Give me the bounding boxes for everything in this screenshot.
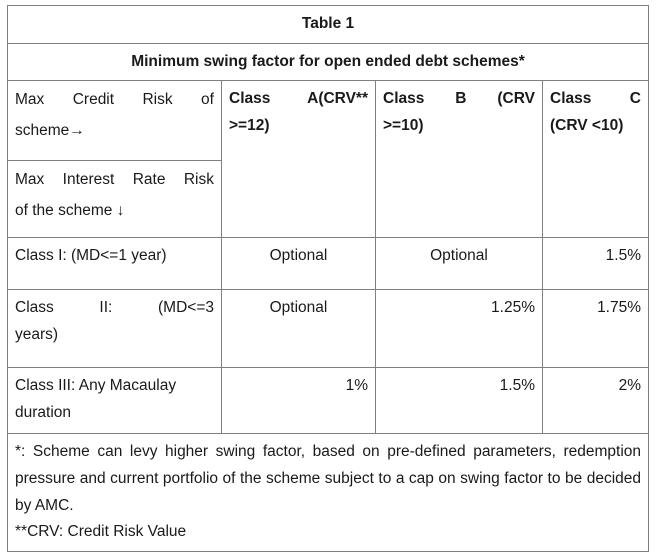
footnote-swing-factor: *: Scheme can levy higher swing factor, … xyxy=(15,443,642,514)
column-header-class-c: Class C (CRV <10) xyxy=(541,80,650,239)
row-label-class-ii: Class II: (MD<=3 years) xyxy=(7,289,222,369)
column-header-class-a: Class A(CRV** >=12) xyxy=(221,80,376,239)
column-header-class-c-line1: Class C xyxy=(550,90,642,108)
column-header-class-c-line2: (CRV <10) xyxy=(550,116,624,134)
column-header-class-b-line2: >=10) xyxy=(383,116,424,134)
column-header-class-a-line1: Class A(CRV** xyxy=(229,90,368,108)
swing-factor-table: Table 1 Minimum swing factor for open en… xyxy=(6,5,650,552)
corner-interest-risk-line2: of the scheme ↓ xyxy=(15,201,125,219)
cell-class-iii-class-c: 2% xyxy=(541,367,650,435)
corner-credit-risk-line1: Max Credit Risk of xyxy=(15,91,214,109)
row-label-class-ii-line1: Class II: (MD<=3 xyxy=(15,299,214,317)
cell-class-ii-class-a: Optional xyxy=(221,289,376,369)
table-row: Class II: (MD<=3 years) Optional 1.25% 1… xyxy=(7,289,650,369)
cell-class-iii-class-b: 1.5% xyxy=(375,367,543,435)
cell-class-iii-class-a: 1% xyxy=(221,367,376,435)
cell-class-ii-class-b: 1.25% xyxy=(375,289,543,369)
row-label-class-iii-line2: duration xyxy=(15,403,72,421)
corner-interest-risk-line1: Max Interest Rate Risk xyxy=(15,171,214,189)
footnotes: *: Scheme can levy higher swing factor, … xyxy=(6,433,650,552)
document-page: Table 1 Minimum swing factor for open en… xyxy=(0,0,658,552)
corner-interest-risk-label: Max Interest Rate Risk of the scheme ↓ xyxy=(8,161,221,237)
column-header-class-b-line1: Class B (CRV xyxy=(383,90,535,108)
table-row: Class III: Any Macaulay duration 1% 1.5%… xyxy=(7,367,650,435)
table-subtitle: Minimum swing factor for open ended debt… xyxy=(6,42,650,82)
table-title: Table 1 xyxy=(6,5,650,44)
row-label-class-iii: Class III: Any Macaulay duration xyxy=(7,367,222,435)
row-label-class-ii-line2: years) xyxy=(15,325,59,343)
cell-class-ii-class-c: 1.75% xyxy=(541,289,650,369)
row-label-class-i-text: Class I: (MD<=1 year) xyxy=(15,247,167,265)
column-header-class-a-line2: >=12) xyxy=(229,116,270,134)
table-header-row: Max Credit Risk of scheme→ Max Interest … xyxy=(7,80,650,239)
row-label-class-iii-line1: Class III: Any Macaulay xyxy=(15,377,177,395)
cell-class-i-class-b: Optional xyxy=(375,237,543,291)
corner-credit-risk-line2: scheme→ xyxy=(15,121,85,139)
corner-credit-risk-label: Max Credit Risk of scheme→ xyxy=(8,81,221,162)
corner-header-cell: Max Credit Risk of scheme→ Max Interest … xyxy=(7,80,222,239)
cell-class-i-class-a: Optional xyxy=(221,237,376,291)
table-footnote-row: *: Scheme can levy higher swing factor, … xyxy=(6,433,650,552)
cell-class-i-class-c: 1.5% xyxy=(541,237,650,291)
table-title-row: Table 1 xyxy=(6,5,650,44)
column-header-class-b: Class B (CRV >=10) xyxy=(375,80,543,239)
table-subtitle-row: Minimum swing factor for open ended debt… xyxy=(6,42,650,82)
row-label-class-i: Class I: (MD<=1 year) xyxy=(7,237,222,291)
table-row: Class I: (MD<=1 year) Optional Optional … xyxy=(7,237,650,291)
